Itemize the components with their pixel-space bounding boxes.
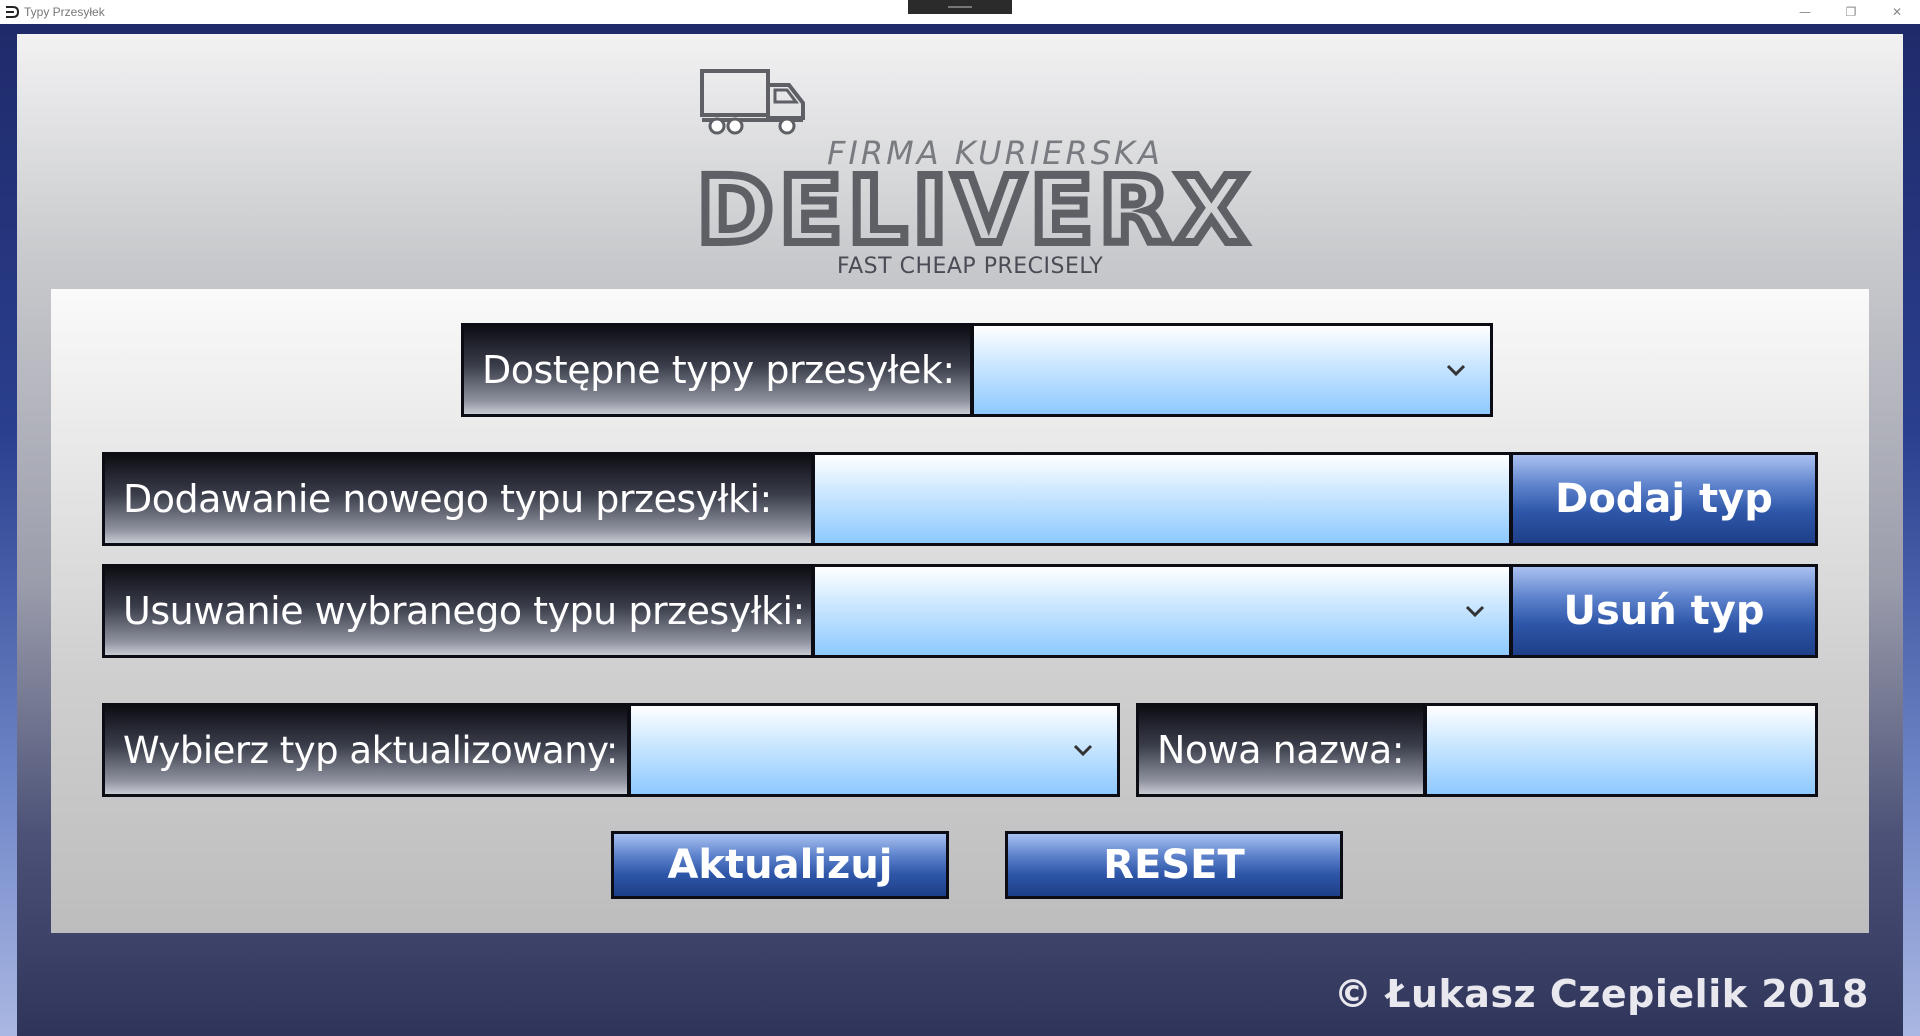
remove-type-row: Usuwanie wybranego typu przesyłki: Usuń … [102, 564, 1818, 658]
window-title: Typy Przesyłek [24, 5, 105, 19]
new-name-label: Nowa nazwa: [1139, 706, 1423, 794]
update-button[interactable]: Aktualizuj [611, 831, 949, 899]
close-button[interactable]: ✕ [1874, 0, 1920, 24]
available-types-dropdown[interactable] [974, 326, 1490, 414]
chevron-down-icon[interactable] [1071, 738, 1095, 762]
form-panel: Dostępne typy przesyłek: Dodawanie noweg… [51, 289, 1869, 933]
company-logo: FIRMA KURIERSKA DELIVERX FAST CHEAP PREC… [677, 68, 1277, 298]
remove-type-dropdown[interactable] [815, 567, 1509, 655]
restore-button[interactable]: ❐ [1828, 0, 1874, 24]
truck-icon [700, 69, 805, 135]
title-bar: Typy Przesyłek — ❐ ✕ [0, 0, 1920, 24]
update-type-dropdown[interactable] [631, 706, 1117, 794]
new-name-input[interactable] [1427, 706, 1815, 794]
app-frame: FIRMA KURIERSKA DELIVERX FAST CHEAP PREC… [17, 34, 1903, 1036]
add-type-button[interactable]: Dodaj typ [1513, 455, 1815, 543]
remove-type-button[interactable]: Usuń typ [1513, 567, 1815, 655]
drag-handle[interactable] [908, 0, 1012, 14]
window-controls: — ❐ ✕ [1782, 0, 1920, 24]
company-line: FIRMA KURIERSKA [827, 134, 1163, 172]
tagline: FAST CHEAP PRECISELY [837, 254, 1104, 279]
update-select-label: Wybierz typ aktualizowany: [105, 706, 627, 794]
chevron-down-icon[interactable] [1463, 599, 1487, 623]
add-type-label: Dodawanie nowego typu przesyłki: [105, 455, 811, 543]
new-name-input-wrap [1427, 706, 1815, 794]
chevron-down-icon[interactable] [1444, 358, 1468, 382]
copyright-footer: © Łukasz Czepielik 2018 [1333, 972, 1869, 1016]
minimize-button[interactable]: — [1782, 0, 1828, 24]
new-name-row: Nowa nazwa: [1136, 703, 1818, 797]
window-client: FIRMA KURIERSKA DELIVERX FAST CHEAP PREC… [0, 24, 1920, 1036]
available-types-row: Dostępne typy przesyłek: [461, 323, 1493, 417]
add-type-row: Dodawanie nowego typu przesyłki: Dodaj t… [102, 452, 1818, 546]
new-type-input[interactable] [815, 455, 1509, 543]
remove-type-label: Usuwanie wybranego typu przesyłki: [105, 567, 811, 655]
reset-button[interactable]: RESET [1005, 831, 1343, 899]
update-select-row: Wybierz typ aktualizowany: [102, 703, 1120, 797]
available-types-label: Dostępne typy przesyłek: [464, 326, 970, 414]
brand-wordmark: DELIVERX [697, 168, 1253, 258]
brand-name: DELIVERX [697, 168, 1253, 258]
new-type-input-wrap [815, 455, 1509, 543]
app-icon [4, 4, 20, 20]
